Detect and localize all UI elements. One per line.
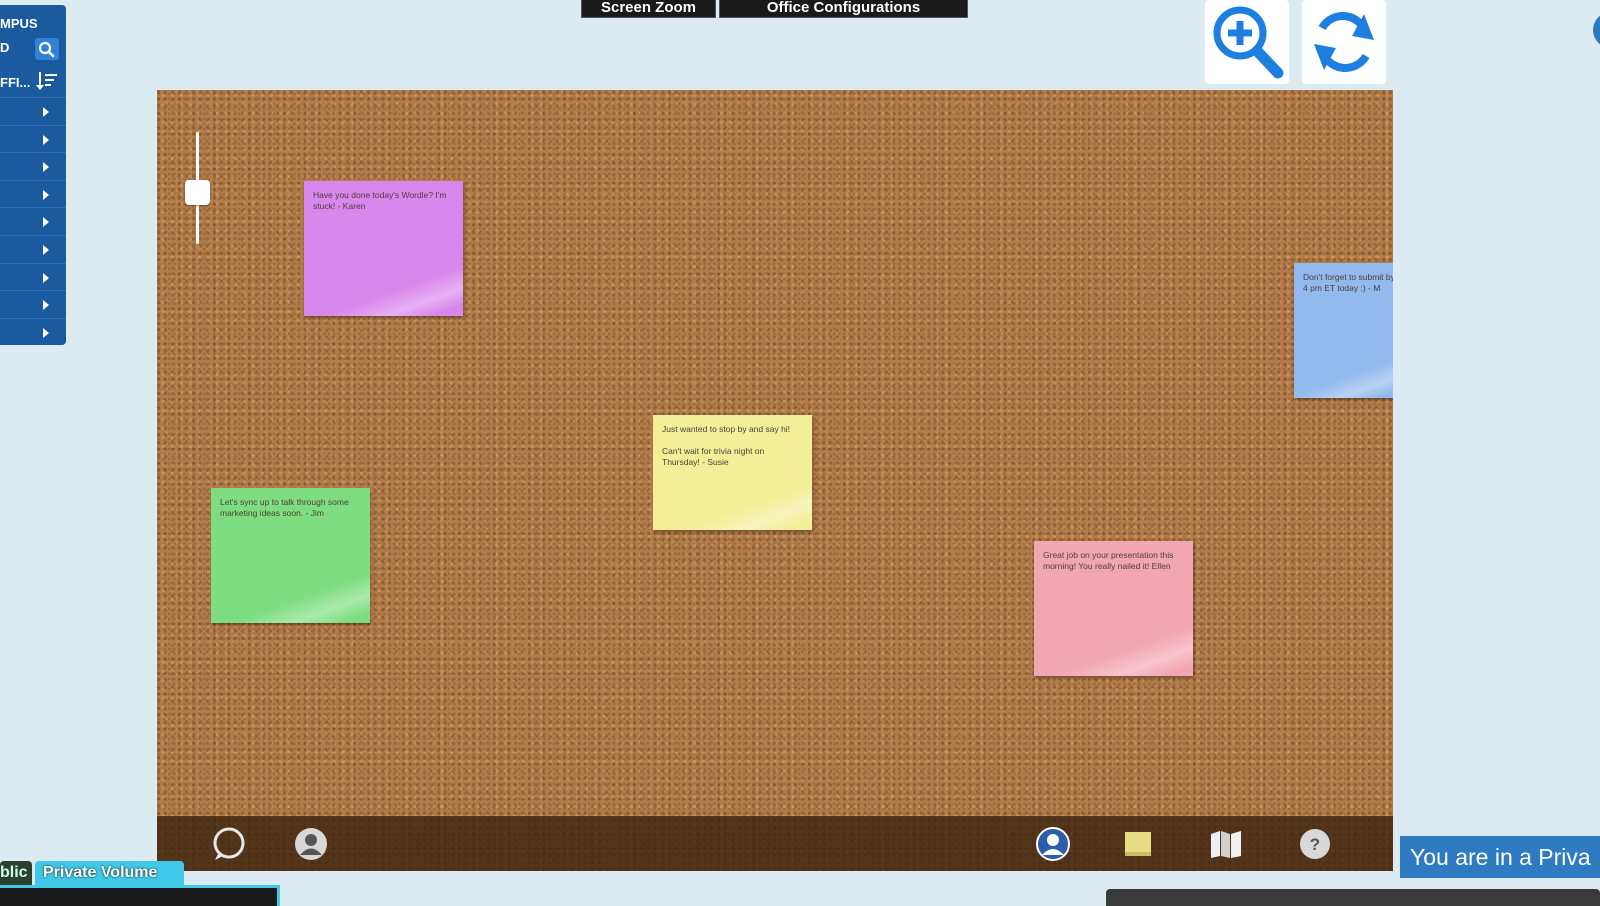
profile-button[interactable] (293, 826, 329, 862)
bottom-panel (1106, 889, 1600, 906)
sticky-note[interactable]: Don't forget to submit by 4 pm ET today … (1294, 263, 1393, 398)
sidebar-item[interactable] (0, 179, 66, 208)
board-toolbar: ? (157, 816, 1393, 871)
tab-public-volume[interactable]: blic (0, 861, 32, 885)
private-volume-banner: You are in a Priva (1400, 836, 1600, 878)
sticky-note[interactable]: Great job on your presentation this morn… (1034, 541, 1193, 676)
sort-button[interactable] (35, 69, 59, 93)
sidebar-search-button[interactable] (35, 38, 59, 60)
sticky-note-icon (1125, 832, 1151, 856)
sidebar-item[interactable] (0, 124, 66, 153)
tab-screen-zoom[interactable]: Screen Zoom (581, 0, 716, 18)
zoom-slider-thumb[interactable] (185, 180, 210, 205)
help-button[interactable]: ? (1297, 826, 1333, 862)
sticky-note[interactable]: Let's sync up to talk through some marke… (211, 488, 370, 623)
sidebar-subtitle: D (0, 40, 10, 55)
sidebar-item[interactable] (0, 262, 66, 291)
sidebar-list (0, 97, 66, 345)
search-icon (38, 41, 55, 58)
tab-office-configurations[interactable]: Office Configurations (719, 0, 968, 18)
cork-board: Have you done today's Wordle? I'm stuck!… (157, 90, 1393, 871)
chat-button[interactable] (211, 826, 247, 862)
tab-private-volume[interactable]: Private Volume (35, 861, 184, 885)
sidebar-item[interactable] (0, 152, 66, 180)
sidebar-item[interactable] (0, 317, 66, 345)
corner-avatar[interactable] (1593, 12, 1600, 48)
sort-icon (36, 72, 57, 90)
my-profile-button[interactable] (1035, 826, 1071, 862)
svg-text:?: ? (1310, 835, 1320, 854)
sidebar-title: MPUS (0, 16, 38, 31)
sticky-note[interactable]: Just wanted to stop by and say hi! Can't… (653, 415, 812, 530)
sidebar-office-label: FFI... (0, 75, 31, 90)
help-icon: ? (1300, 829, 1330, 859)
user-icon (295, 828, 327, 860)
chat-bubble-icon (213, 827, 245, 860)
sidebar-item[interactable] (0, 290, 66, 318)
refresh-button[interactable] (1302, 0, 1386, 84)
user-circle-icon (1036, 827, 1070, 861)
sidebar-item[interactable] (0, 207, 66, 235)
zoom-in-button[interactable] (1205, 0, 1289, 84)
map-button[interactable] (1208, 826, 1244, 862)
sidebar-item[interactable] (0, 234, 66, 263)
sidebar: MPUS D FFI... (0, 5, 66, 345)
refresh-icon (1314, 12, 1374, 72)
zoom-in-icon (1213, 6, 1284, 79)
sticky-note[interactable]: Have you done today's Wordle? I'm stuck!… (304, 181, 463, 316)
sticky-note-button[interactable] (1119, 826, 1155, 862)
map-icon (1211, 831, 1241, 858)
volume-bar (0, 885, 280, 906)
sidebar-item[interactable] (0, 97, 66, 125)
